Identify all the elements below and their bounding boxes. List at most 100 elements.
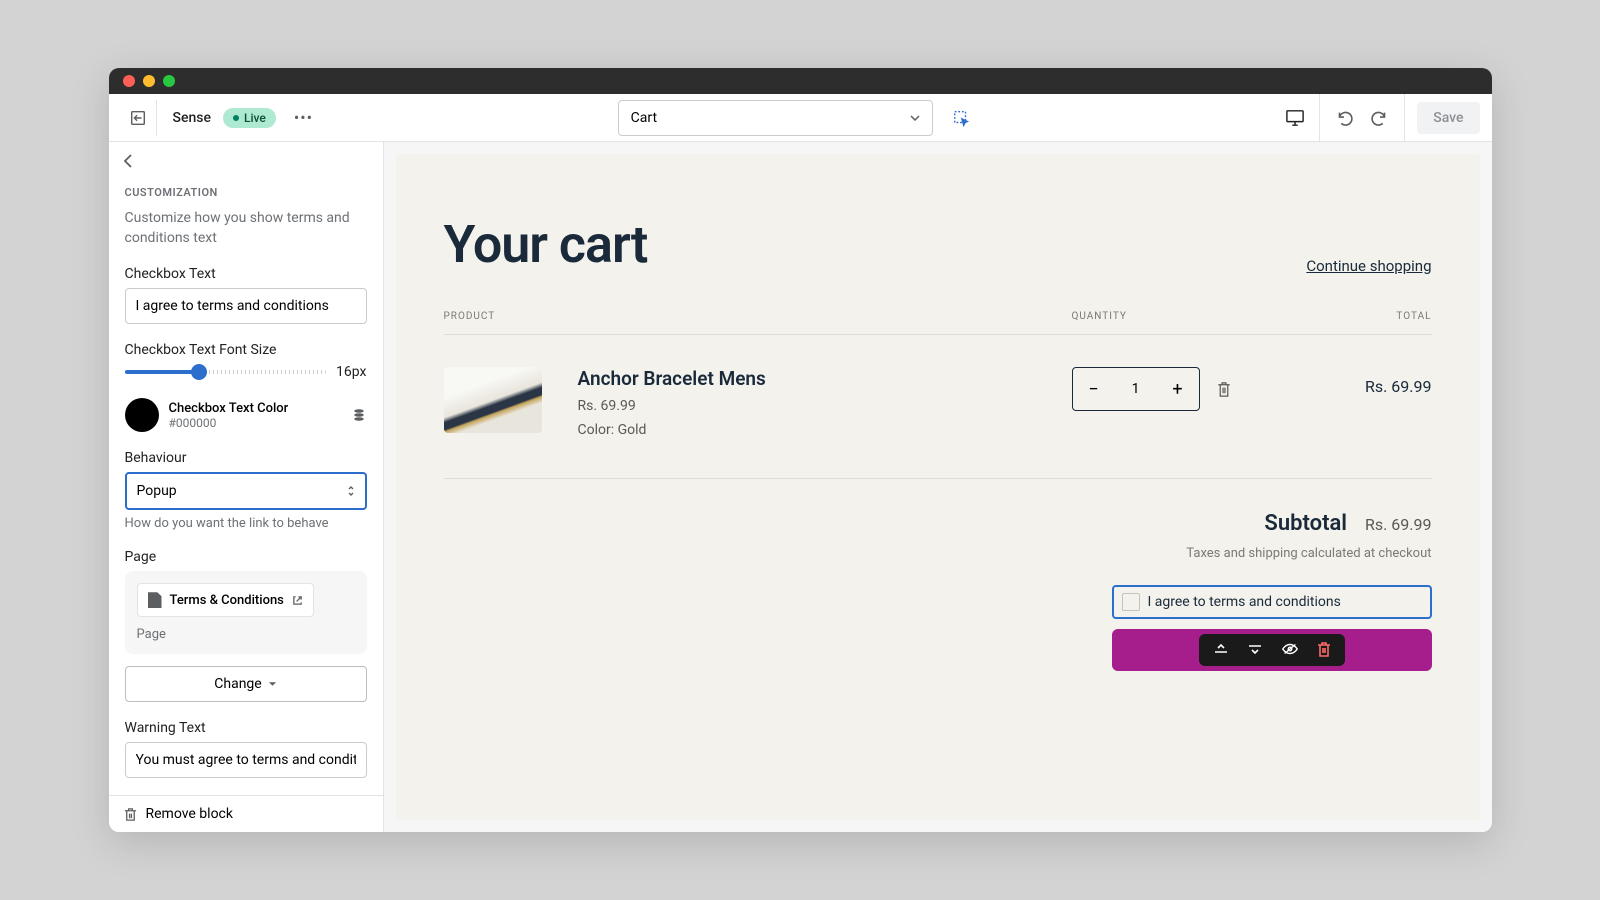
template-selector[interactable]: Cart bbox=[618, 100, 933, 136]
minimize-window-button[interactable] bbox=[143, 75, 155, 87]
theme-name: Sense bbox=[173, 110, 211, 126]
dynamic-source-icon[interactable] bbox=[351, 407, 367, 423]
font-size-label: Checkbox Text Font Size bbox=[125, 342, 367, 358]
caret-down-icon bbox=[268, 681, 277, 687]
save-button[interactable]: Save bbox=[1417, 102, 1479, 134]
select-arrows-icon bbox=[347, 485, 355, 497]
color-swatch[interactable] bbox=[125, 398, 159, 432]
product-image[interactable] bbox=[444, 367, 542, 433]
change-page-button[interactable]: Change bbox=[125, 666, 367, 702]
delete-block-icon[interactable] bbox=[1317, 642, 1331, 658]
behaviour-label: Behaviour bbox=[125, 450, 367, 466]
cart-table-header: PRODUCT QUANTITY TOTAL bbox=[444, 311, 1432, 335]
font-size-value: 16px bbox=[336, 364, 366, 380]
separator bbox=[1404, 94, 1405, 142]
section-description: Customize how you show terms and conditi… bbox=[125, 209, 367, 248]
subtotal-value: Rs. 69.99 bbox=[1365, 515, 1432, 534]
page-label: Page bbox=[125, 549, 367, 565]
preview-canvas: Your cart Continue shopping PRODUCT QUAN… bbox=[396, 154, 1480, 820]
font-size-slider[interactable] bbox=[125, 365, 327, 379]
live-status-badge: Live bbox=[223, 108, 276, 128]
slider-thumb[interactable] bbox=[191, 364, 207, 380]
external-link-icon bbox=[292, 595, 303, 606]
more-actions-button[interactable]: ••• bbox=[288, 102, 319, 133]
block-context-toolbar bbox=[1199, 634, 1345, 666]
qty-value: 1 bbox=[1115, 381, 1157, 397]
sidebar-content: CUSTOMIZATION Customize how you show ter… bbox=[109, 180, 383, 832]
page-chip-text: Terms & Conditions bbox=[170, 593, 284, 608]
qty-decrease-button[interactable]: − bbox=[1073, 379, 1115, 400]
color-hex: #000000 bbox=[169, 416, 341, 430]
remove-block-label: Remove block bbox=[146, 806, 233, 822]
editor-toolbar: Sense Live ••• Cart Save bbox=[109, 94, 1492, 142]
product-variant: Color: Gold bbox=[578, 422, 1072, 438]
product-unit-price: Rs. 69.99 bbox=[578, 398, 1072, 414]
checkbox-text-label: Checkbox Text bbox=[125, 266, 367, 282]
qty-increase-button[interactable]: + bbox=[1157, 379, 1199, 400]
template-selected: Cart bbox=[631, 110, 657, 126]
trash-icon bbox=[123, 807, 138, 822]
move-up-icon[interactable] bbox=[1213, 642, 1229, 656]
cart-title: Your cart bbox=[444, 214, 648, 275]
quantity-stepper: − 1 + bbox=[1072, 367, 1200, 411]
remove-item-button[interactable] bbox=[1216, 381, 1232, 398]
maximize-window-button[interactable] bbox=[163, 75, 175, 87]
page-card: Terms & Conditions Page bbox=[125, 571, 367, 654]
change-label: Change bbox=[214, 676, 261, 692]
terms-agree-text: I agree to terms and conditions bbox=[1148, 594, 1341, 610]
hide-block-icon[interactable] bbox=[1281, 642, 1299, 656]
checkbox-text-input[interactable] bbox=[125, 288, 367, 324]
page-chip[interactable]: Terms & Conditions bbox=[137, 583, 314, 617]
redo-button[interactable] bbox=[1362, 100, 1398, 136]
continue-shopping-link[interactable]: Continue shopping bbox=[1306, 257, 1431, 275]
behaviour-select[interactable]: Popup bbox=[125, 472, 367, 510]
chevron-down-icon bbox=[910, 115, 920, 121]
mac-titlebar bbox=[109, 68, 1492, 94]
toolbar-center: Cart bbox=[331, 100, 1265, 136]
chevron-left-icon[interactable] bbox=[123, 154, 133, 168]
color-meta: Checkbox Text Color #000000 bbox=[169, 401, 341, 430]
cart-item-row: Anchor Bracelet Mens Rs. 69.99 Color: Go… bbox=[444, 367, 1432, 479]
redo-icon bbox=[1371, 109, 1389, 127]
th-total: TOTAL bbox=[1312, 311, 1432, 322]
quantity-cell: − 1 + bbox=[1072, 367, 1312, 411]
undo-icon bbox=[1335, 109, 1353, 127]
color-label: Checkbox Text Color bbox=[169, 401, 341, 416]
th-quantity: QUANTITY bbox=[1072, 311, 1312, 322]
app-window: Sense Live ••• Cart Save bbox=[109, 68, 1492, 832]
subtotal-row: Subtotal Rs. 69.99 bbox=[1264, 511, 1431, 536]
text-color-row: Checkbox Text Color #000000 bbox=[125, 398, 367, 432]
inspector-icon bbox=[952, 109, 970, 127]
viewport-desktop-button[interactable] bbox=[1277, 100, 1313, 136]
cart-summary: Subtotal Rs. 69.99 Taxes and shipping ca… bbox=[444, 511, 1432, 671]
behaviour-help-text: How do you want the link to behave bbox=[125, 516, 367, 531]
warning-text-input[interactable] bbox=[125, 742, 367, 778]
settings-sidebar: CUSTOMIZATION Customize how you show ter… bbox=[109, 142, 384, 832]
subtotal-label: Subtotal bbox=[1264, 511, 1347, 536]
desktop-icon bbox=[1285, 109, 1305, 127]
remove-block-button[interactable]: Remove block bbox=[109, 795, 383, 832]
page-type-label: Page bbox=[137, 627, 355, 642]
preview-panel: Your cart Continue shopping PRODUCT QUAN… bbox=[384, 142, 1492, 832]
undo-button[interactable] bbox=[1326, 100, 1362, 136]
cart-header: Your cart Continue shopping bbox=[444, 214, 1432, 275]
checkout-button[interactable] bbox=[1112, 629, 1432, 671]
product-name[interactable]: Anchor Bracelet Mens bbox=[578, 367, 1072, 390]
inspector-toggle-button[interactable] bbox=[943, 100, 979, 136]
terms-agree-block[interactable]: I agree to terms and conditions bbox=[1112, 585, 1432, 619]
behaviour-value: Popup bbox=[137, 483, 177, 499]
separator bbox=[1319, 94, 1320, 142]
terms-checkbox[interactable] bbox=[1122, 593, 1140, 611]
page-file-icon bbox=[148, 592, 162, 608]
line-total: Rs. 69.99 bbox=[1312, 367, 1432, 396]
trash-icon bbox=[1216, 381, 1232, 398]
product-info: Anchor Bracelet Mens Rs. 69.99 Color: Go… bbox=[578, 367, 1072, 438]
exit-editor-button[interactable] bbox=[121, 100, 157, 136]
section-title: CUSTOMIZATION bbox=[125, 186, 367, 199]
warning-text-label: Warning Text bbox=[125, 720, 367, 736]
slider-fill bbox=[125, 370, 200, 374]
close-window-button[interactable] bbox=[123, 75, 135, 87]
move-down-icon[interactable] bbox=[1247, 642, 1263, 656]
font-size-slider-row: 16px bbox=[125, 364, 367, 380]
exit-icon bbox=[129, 109, 147, 127]
